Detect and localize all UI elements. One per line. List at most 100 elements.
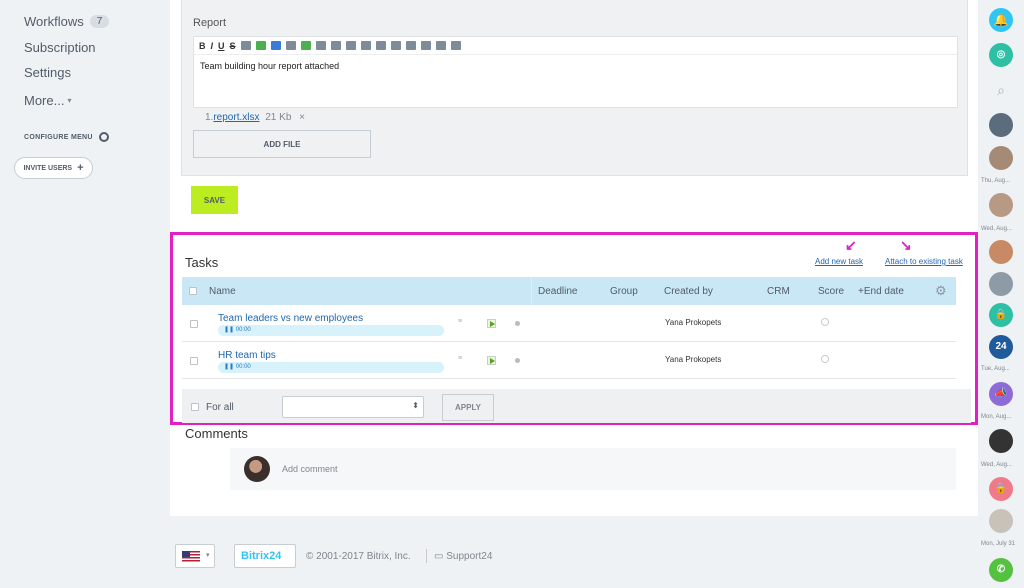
menu-icon[interactable]: ≡	[458, 318, 462, 325]
copyright-text: © 2001-2017 Bitrix, Inc.	[306, 551, 411, 562]
sidebar-item-workflows[interactable]: Workflows 7	[24, 14, 110, 29]
lock-icon[interactable]: 🔒	[989, 303, 1013, 327]
underline-button[interactable]: U	[218, 41, 225, 51]
file-name-link[interactable]: report.xlsx	[213, 112, 259, 123]
play-icon[interactable]	[487, 319, 496, 328]
column-header-deadline[interactable]: Deadline	[538, 286, 577, 297]
play-icon[interactable]	[487, 356, 496, 365]
bold-button[interactable]: B	[199, 41, 206, 51]
megaphone-icon[interactable]: 📣	[989, 382, 1013, 406]
arrow-pointer-icon: ↘	[900, 237, 912, 253]
chevron-down-icon: ▾	[206, 552, 210, 559]
task-timer[interactable]: ❚❚ 00:00	[218, 325, 444, 336]
avatar[interactable]	[989, 272, 1013, 296]
notifications-bell-icon[interactable]: 🔔	[989, 8, 1013, 32]
avatar[interactable]	[989, 146, 1013, 170]
numbered-list-icon[interactable]	[360, 41, 371, 50]
column-header-created-by[interactable]: Created by	[664, 286, 713, 297]
chat-icon[interactable]: ◎	[989, 43, 1013, 67]
recent-date: Mon, Aug...	[981, 414, 1012, 420]
heading-icon[interactable]	[420, 41, 431, 50]
action-select[interactable]: ⬍	[282, 396, 424, 418]
report-label: Report	[193, 17, 227, 29]
add-file-button[interactable]: ADD FILE	[193, 130, 371, 158]
align-icon[interactable]	[345, 41, 356, 50]
for-all-checkbox[interactable]	[191, 403, 199, 411]
plus-icon: +	[77, 162, 84, 174]
task-title-link[interactable]: Team leaders vs new employees	[218, 313, 363, 324]
task-timer[interactable]: ❚❚ 00:00	[218, 362, 444, 373]
arrow-pointer-icon: ↙	[845, 237, 857, 253]
video-icon[interactable]	[285, 41, 296, 50]
task-title-link[interactable]: HR team tips	[218, 350, 276, 361]
avatar[interactable]	[989, 113, 1013, 137]
tasks-table-header: Name Deadline Group Created by CRM Score…	[182, 277, 956, 305]
left-sidebar: Workflows 7 Subscription Settings More..…	[0, 0, 170, 588]
table-row[interactable]: HR team tips ❚❚ 00:00 ≡ Yana Prokopets	[182, 342, 956, 379]
group-action-bar: For all ⬍ APPLY	[182, 389, 971, 423]
indent-icon[interactable]	[405, 41, 416, 50]
sidebar-item-subscription[interactable]: Subscription	[24, 40, 96, 55]
language-selector[interactable]: ▾	[175, 544, 215, 568]
apply-button[interactable]: APPLY	[442, 394, 494, 421]
recent-date: Wed, Aug...	[981, 226, 1012, 232]
avatar[interactable]	[989, 193, 1013, 217]
support-link[interactable]: ▭ Support24	[434, 551, 492, 562]
row-checkbox[interactable]	[190, 320, 198, 328]
font-color-icon[interactable]	[330, 41, 341, 50]
add-new-task-link[interactable]: Add new task	[815, 257, 863, 266]
recent-date: Mon, July 31	[981, 541, 1016, 547]
lock-icon[interactable]: 🔒	[989, 477, 1013, 501]
avatar[interactable]	[989, 429, 1013, 453]
add-comment-placeholder[interactable]: Add comment	[282, 464, 338, 474]
column-header-name[interactable]: Name	[209, 286, 236, 297]
sidebar-item-label: Subscription	[24, 40, 96, 55]
us-flag-icon	[182, 551, 200, 562]
bitrix24-logo[interactable]: Bitrix24	[234, 544, 296, 568]
search-icon[interactable]: ⌕	[989, 78, 1013, 102]
font-family-icon[interactable]	[450, 41, 461, 50]
column-header-group[interactable]: Group	[610, 286, 638, 297]
italic-button[interactable]: I	[211, 41, 214, 51]
table-row[interactable]: Team leaders vs new employees ❚❚ 00:00 ≡…	[182, 305, 956, 342]
bulleted-list-icon[interactable]	[375, 41, 386, 50]
save-button[interactable]: SAVE	[191, 186, 238, 214]
phone-icon[interactable]: ✆	[989, 558, 1013, 582]
comment-box[interactable]: Add comment	[230, 448, 956, 490]
created-by[interactable]: Yana Prokopets	[665, 318, 721, 327]
recent-date: Thu, Aug...	[981, 178, 1011, 184]
bitrix24-chat[interactable]: 24	[989, 335, 1013, 359]
sidebar-item-settings[interactable]: Settings	[24, 65, 71, 80]
sidebar-item-more[interactable]: More... ▾	[24, 93, 71, 108]
quote-icon[interactable]	[315, 41, 326, 50]
attach-existing-task-link[interactable]: Attach to existing task	[885, 257, 963, 266]
invite-users-button[interactable]: INVITE USERS +	[14, 157, 93, 179]
gear-icon[interactable]: ⚙	[935, 283, 947, 299]
outdent-icon[interactable]	[390, 41, 401, 50]
report-editor[interactable]: B I U S Team building hour report attach…	[193, 36, 958, 108]
score-icon[interactable]	[821, 318, 829, 326]
image-icon[interactable]	[270, 41, 281, 50]
page-footer: ▾ Bitrix24 © 2001-2017 Bitrix, Inc. ▭ Su…	[170, 536, 978, 576]
column-header-end-date[interactable]: +End date	[858, 286, 904, 297]
select-all-checkbox[interactable]	[189, 287, 197, 295]
logo-text: Bitrix24	[241, 550, 282, 562]
column-header-score[interactable]: Score	[818, 286, 844, 297]
report-text[interactable]: Team building hour report attached	[194, 55, 957, 77]
select-arrows-icon: ⬍	[412, 401, 419, 410]
eraser-icon[interactable]	[240, 41, 251, 50]
created-by[interactable]: Yana Prokopets	[665, 355, 721, 364]
table-icon[interactable]	[300, 41, 311, 50]
score-icon[interactable]	[821, 355, 829, 363]
font-size-icon[interactable]	[435, 41, 446, 50]
end-date-label: End date	[863, 286, 904, 297]
strikethrough-button[interactable]: S	[230, 41, 236, 51]
link-icon[interactable]	[255, 41, 266, 50]
menu-icon[interactable]: ≡	[458, 355, 462, 362]
avatar[interactable]	[989, 509, 1013, 533]
configure-menu-link[interactable]: CONFIGURE MENU	[24, 132, 109, 142]
remove-file-icon[interactable]: ×	[299, 112, 305, 123]
column-header-crm[interactable]: CRM	[767, 286, 790, 297]
row-checkbox[interactable]	[190, 357, 198, 365]
avatar[interactable]	[989, 240, 1013, 264]
